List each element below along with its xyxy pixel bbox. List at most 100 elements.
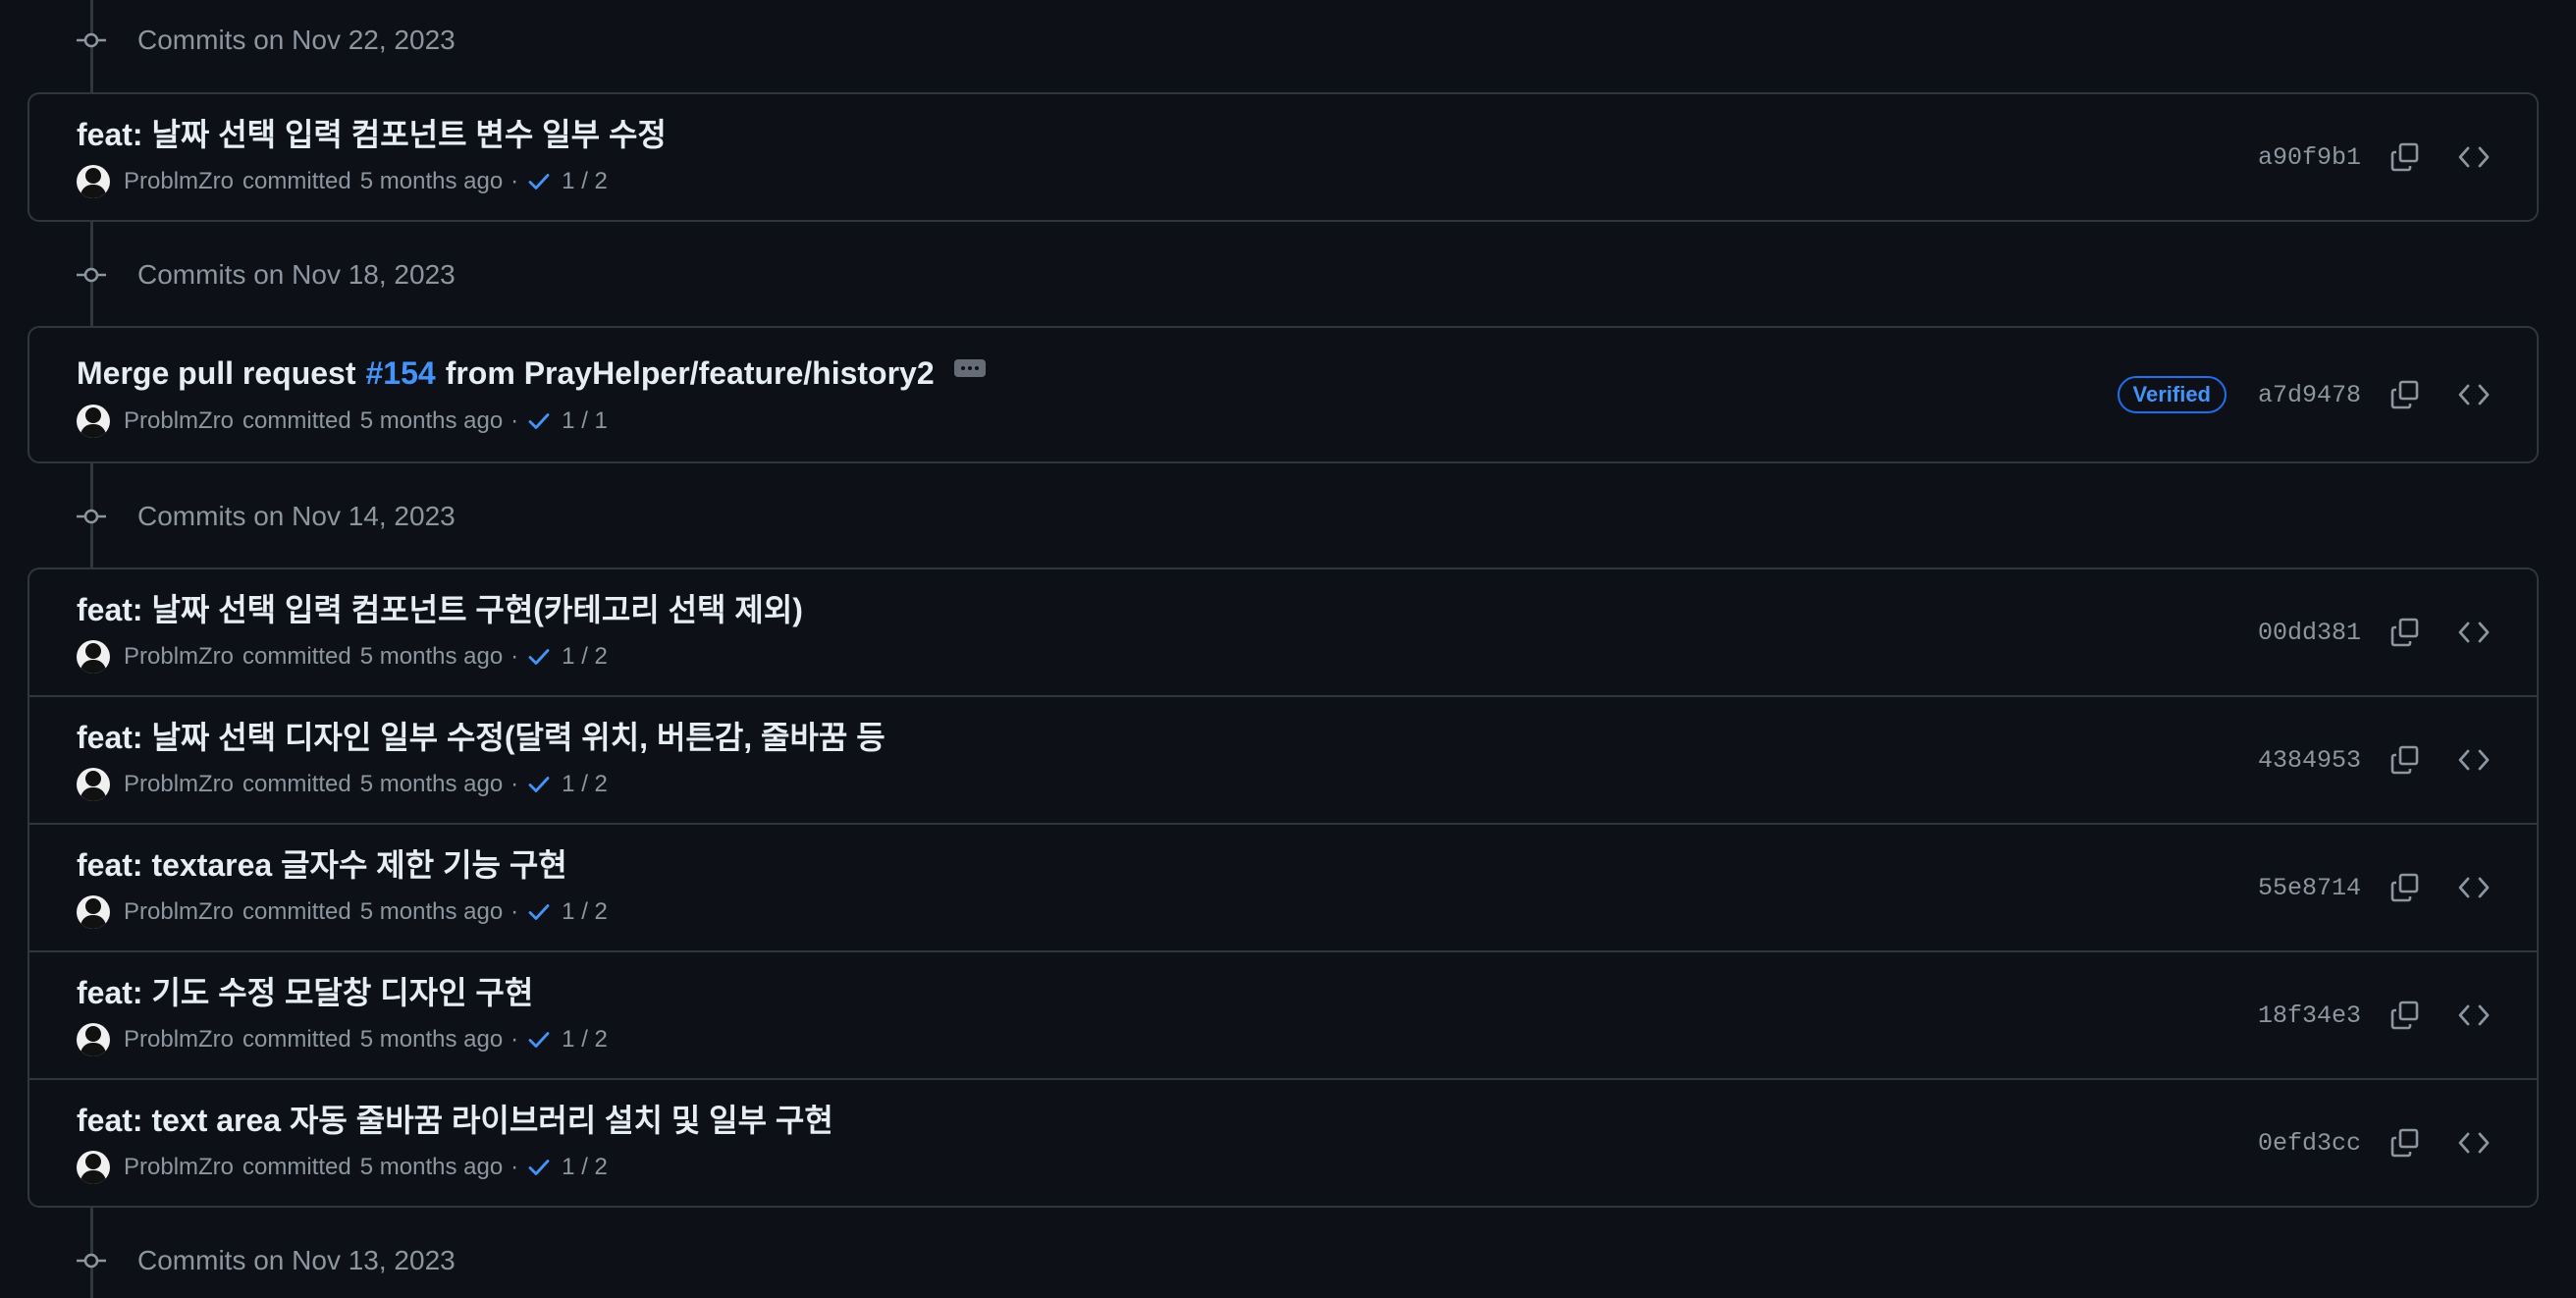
commit-time: 5 months ago	[359, 1154, 504, 1180]
commit-title[interactable]: feat: 기도 수정 모달창 디자인 구현	[77, 968, 533, 1013]
author-link[interactable]: ProblmZro	[124, 1154, 234, 1181]
commit-title-link[interactable]: feat: 기도 수정 모달창 디자인 구현	[77, 968, 533, 1013]
commit-meta: ProblmZro committed 5 months ago · 1 / 2	[77, 165, 608, 198]
check-icon[interactable]	[526, 1027, 552, 1053]
commit-title[interactable]: feat: text area 자동 줄바꿈 라이브러리 설치 및 일부 구현	[77, 1096, 833, 1141]
commit-row: feat: 날짜 선택 입력 컴포넌트 변수 일부 수정 ProblmZro c…	[29, 94, 2537, 220]
avatar[interactable]	[77, 640, 110, 674]
pull-request-link[interactable]: #154	[366, 355, 436, 392]
check-icon[interactable]	[526, 169, 552, 194]
commit-title-link[interactable]: feat: 날짜 선택 디자인 일부 수정(달력 위치, 버튼감, 줄바꿈 등	[77, 713, 886, 758]
check-icon[interactable]	[526, 899, 552, 925]
commit-title-suffix[interactable]: from PrayHelper/feature/history2	[446, 355, 935, 392]
commit-meta: ProblmZro committed 5 months ago · 1 / 2	[77, 1151, 608, 1184]
check-icon[interactable]	[526, 644, 552, 670]
commit-meta: ProblmZro committed 5 months ago · 1 / 1	[77, 405, 608, 438]
check-status[interactable]: 1 / 2	[562, 1026, 608, 1054]
avatar[interactable]	[77, 768, 110, 801]
commit-time: 5 months ago	[359, 407, 504, 434]
code-icon[interactable]	[2452, 994, 2496, 1037]
commit-sha-link[interactable]: 0efd3cc	[2258, 1129, 2361, 1158]
commit-sha-link[interactable]: 55e8714	[2258, 874, 2361, 902]
commit-time: 5 months ago	[359, 643, 504, 670]
code-icon[interactable]	[2452, 866, 2496, 909]
copy-icon[interactable]	[2384, 866, 2427, 909]
author-link[interactable]: ProblmZro	[124, 168, 234, 195]
commit-actions: 00dd381	[2258, 569, 2537, 695]
check-icon[interactable]	[526, 772, 552, 797]
copy-icon[interactable]	[2384, 1121, 2427, 1164]
verified-badge[interactable]: Verified	[2117, 376, 2227, 413]
commit-list: Merge pull request #154 from PrayHelper/…	[27, 326, 2539, 463]
commit-row: Merge pull request #154 from PrayHelper/…	[29, 328, 2537, 461]
author-link[interactable]: ProblmZro	[124, 1026, 234, 1054]
meta-separator: ·	[510, 1154, 519, 1180]
commit-title[interactable]: feat: 날짜 선택 디자인 일부 수정(달력 위치, 버튼감, 줄바꿈 등	[77, 713, 886, 758]
commit-group-header: Commits on Nov 18, 2023	[77, 253, 456, 297]
check-status[interactable]: 1 / 1	[562, 407, 608, 435]
code-icon[interactable]	[2452, 373, 2496, 416]
commit-group-header: Commits on Nov 22, 2023	[77, 19, 456, 62]
commit-group-title: Commits on Nov 22, 2023	[137, 25, 456, 55]
commit-title-link[interactable]: feat: 날짜 선택 입력 컴포넌트 변수 일부 수정	[77, 110, 667, 155]
check-status[interactable]: 1 / 2	[562, 168, 608, 195]
check-status[interactable]: 1 / 2	[562, 898, 608, 926]
avatar[interactable]	[77, 895, 110, 929]
copy-icon[interactable]	[2384, 135, 2427, 179]
commit-title-link[interactable]: feat: text area 자동 줄바꿈 라이브러리 설치 및 일부 구현	[77, 1096, 833, 1141]
commit-sha-link[interactable]: 4384953	[2258, 746, 2361, 775]
commit-title[interactable]: feat: 날짜 선택 입력 컴포넌트 변수 일부 수정	[77, 110, 667, 155]
commit-actions: 18f34e3	[2258, 952, 2537, 1078]
git-commit-icon	[77, 1246, 106, 1275]
commit-row: feat: 날짜 선택 디자인 일부 수정(달력 위치, 버튼감, 줄바꿈 등 …	[29, 695, 2537, 823]
committed-label: committed	[242, 643, 351, 670]
code-icon[interactable]	[2452, 135, 2496, 179]
commit-group-title: Commits on Nov 13, 2023	[137, 1245, 456, 1275]
commit-sha-link[interactable]: 00dd381	[2258, 619, 2361, 647]
author-link[interactable]: ProblmZro	[124, 898, 234, 926]
commit-meta: ProblmZro committed 5 months ago · 1 / 2	[77, 895, 608, 929]
committed-label: committed	[242, 898, 351, 925]
commit-time: 5 months ago	[359, 1026, 504, 1053]
check-status[interactable]: 1 / 2	[562, 771, 608, 798]
copy-icon[interactable]	[2384, 611, 2427, 654]
copy-icon[interactable]	[2384, 373, 2427, 416]
commit-sha-link[interactable]: a90f9b1	[2258, 143, 2361, 172]
commit-time: 5 months ago	[359, 771, 504, 797]
expand-description-button[interactable]	[953, 358, 986, 377]
author-link[interactable]: ProblmZro	[124, 407, 234, 435]
check-icon[interactable]	[526, 408, 552, 434]
author-link[interactable]: ProblmZro	[124, 643, 234, 671]
commit-title-link[interactable]: Merge pull request #154 from PrayHelper/…	[77, 355, 986, 392]
code-icon[interactable]	[2452, 611, 2496, 654]
committed-label: committed	[242, 168, 351, 194]
commit-row: feat: 기도 수정 모달창 디자인 구현 ProblmZro committ…	[29, 950, 2537, 1078]
committed-label: committed	[242, 407, 351, 434]
check-icon[interactable]	[526, 1155, 552, 1180]
committed-label: committed	[242, 1154, 351, 1180]
copy-icon[interactable]	[2384, 994, 2427, 1037]
copy-icon[interactable]	[2384, 738, 2427, 782]
author-link[interactable]: ProblmZro	[124, 771, 234, 798]
commit-time: 5 months ago	[359, 168, 504, 194]
commit-group-title: Commits on Nov 14, 2023	[137, 501, 456, 531]
code-icon[interactable]	[2452, 738, 2496, 782]
avatar[interactable]	[77, 405, 110, 438]
avatar[interactable]	[77, 1151, 110, 1184]
avatar[interactable]	[77, 1023, 110, 1056]
commit-sha-link[interactable]: a7d9478	[2258, 381, 2361, 409]
avatar[interactable]	[77, 165, 110, 198]
check-status[interactable]: 1 / 2	[562, 643, 608, 671]
meta-separator: ·	[510, 643, 519, 670]
check-status[interactable]: 1 / 2	[562, 1154, 608, 1181]
commit-row: feat: 날짜 선택 입력 컴포넌트 구현(카테고리 선택 제외) Probl…	[29, 569, 2537, 695]
commit-title[interactable]: feat: 날짜 선택 입력 컴포넌트 구현(카테고리 선택 제외)	[77, 585, 803, 630]
commit-history: Commits on Nov 22, 2023 feat: 날짜 선택 입력 컴…	[0, 0, 2576, 1298]
commit-sha-link[interactable]: 18f34e3	[2258, 1001, 2361, 1030]
commit-title-link[interactable]: feat: textarea 글자수 제한 기능 구현	[77, 840, 567, 886]
code-icon[interactable]	[2452, 1121, 2496, 1164]
commit-title-link[interactable]: feat: 날짜 선택 입력 컴포넌트 구현(카테고리 선택 제외)	[77, 585, 803, 630]
commit-title[interactable]: feat: textarea 글자수 제한 기능 구현	[77, 840, 567, 886]
committed-label: committed	[242, 1026, 351, 1053]
commit-title-prefix[interactable]: Merge pull request	[77, 355, 356, 392]
